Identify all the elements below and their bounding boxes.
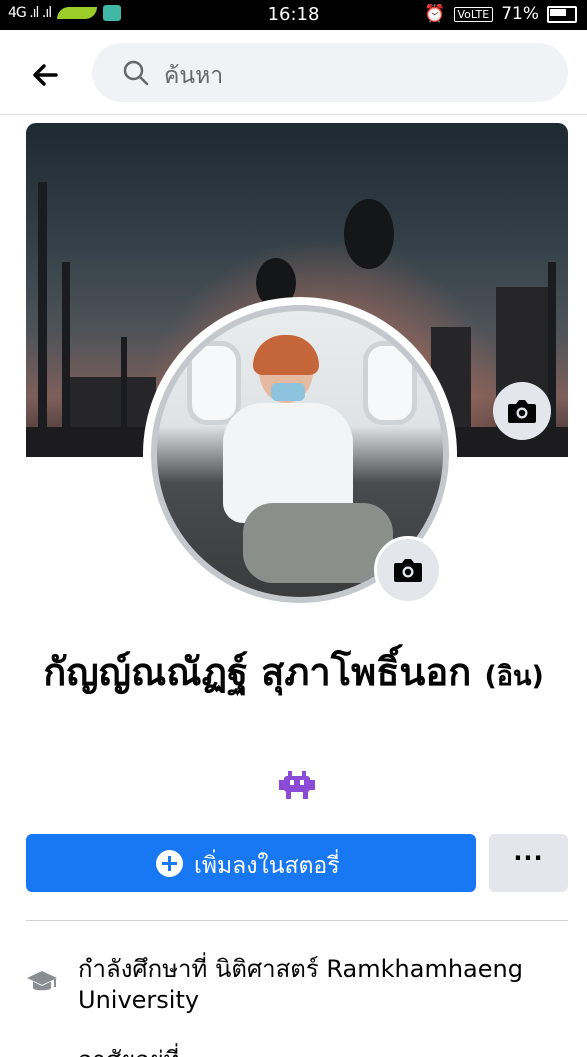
battery-icon bbox=[547, 5, 577, 23]
search-input[interactable]: ค้นหา bbox=[92, 43, 568, 102]
edit-profile-picture-button[interactable] bbox=[374, 536, 442, 604]
person-figure bbox=[253, 335, 319, 375]
airplane-window bbox=[363, 341, 417, 425]
alien-monster-icon bbox=[279, 771, 315, 799]
more-dots-icon: ··· bbox=[513, 844, 544, 872]
top-bar: ค้นหา bbox=[0, 30, 587, 115]
person-figure bbox=[271, 383, 305, 401]
profile-name: กัญญ์ณณัฏฐ์ สุภาโพธิ์นอก bbox=[43, 650, 472, 694]
back-button[interactable] bbox=[26, 55, 66, 95]
status-bar: 4G .ıl .ıl 16:18 ⏰ VoLTE 71% bbox=[0, 0, 587, 30]
education-info: กำลังศึกษาที่ นิติศาสตร์ Ramkhamhaeng Un… bbox=[78, 955, 523, 1014]
person-figure bbox=[243, 503, 393, 583]
graduation-cap-icon bbox=[27, 971, 57, 991]
balloon-silhouette bbox=[344, 199, 394, 269]
utility-pole bbox=[38, 182, 47, 457]
camera-icon bbox=[508, 400, 536, 423]
search-placeholder: ค้นหา bbox=[164, 63, 224, 89]
alarm-icon: ⏰ bbox=[424, 4, 446, 24]
camera-icon bbox=[394, 559, 422, 582]
intro-next-item: อาศัยอยู่ที่ bbox=[78, 1040, 558, 1057]
profile-alternate-name: (อิน) bbox=[484, 661, 544, 692]
back-arrow-icon bbox=[33, 64, 58, 86]
search-icon bbox=[123, 60, 149, 86]
battery-percent: 71% bbox=[501, 4, 539, 24]
add-to-story-label: เพิ่มลงในสตอรี่ bbox=[194, 853, 340, 879]
more-options-button[interactable]: ··· bbox=[489, 834, 568, 892]
edit-cover-photo-button[interactable] bbox=[493, 382, 551, 440]
divider bbox=[26, 920, 568, 921]
volte-badge: VoLTE bbox=[453, 6, 494, 22]
profile-name-block: กัญญ์ณณัฏฐ์ สุภาโพธิ์นอก (อิน) bbox=[40, 646, 547, 703]
add-to-story-button[interactable]: เพิ่มลงในสตอรี่ bbox=[26, 834, 476, 892]
airplane-window bbox=[187, 341, 241, 425]
plus-circle-icon bbox=[156, 850, 183, 877]
